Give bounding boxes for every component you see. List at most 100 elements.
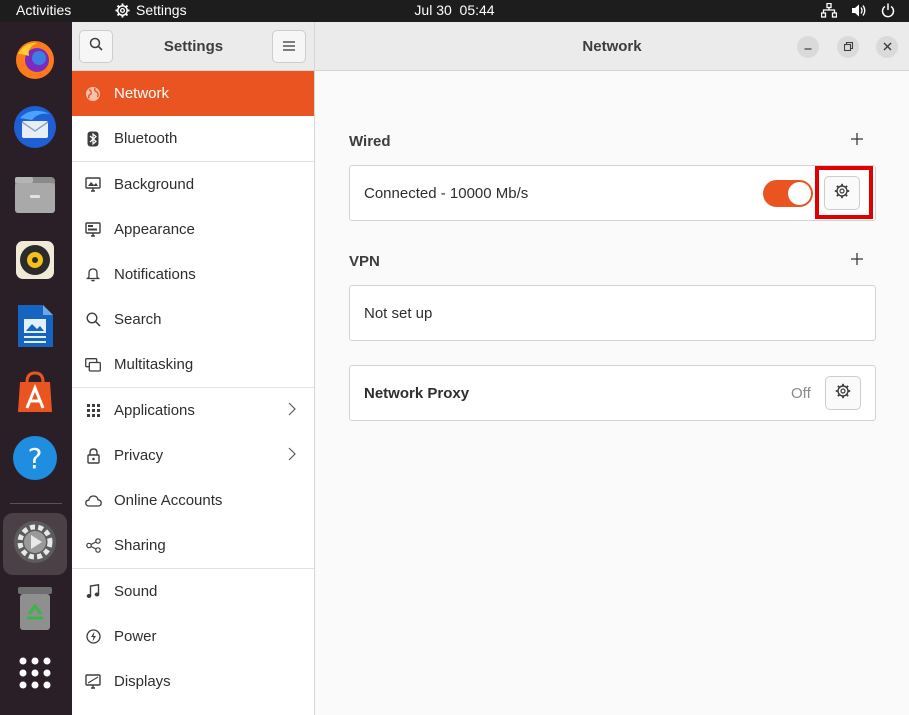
dock-firefox[interactable] [9,36,61,88]
network-proxy-settings-button[interactable] [825,376,861,410]
vpn-section-title: VPN [349,253,380,270]
sidebar-item-label: Sharing [114,537,166,554]
add-vpn-button[interactable] [848,252,866,270]
network-proxy-status: Off [791,385,811,402]
wired-connection-row: Connected - 10000 Mb/s [349,165,876,221]
sidebar-item-label: Appearance [114,221,195,238]
applications-icon [72,404,114,417]
sidebar-item-network[interactable]: Network [72,71,314,116]
share-icon [72,538,114,553]
sidebar-item-background[interactable]: Background [72,162,314,207]
dock: ? [0,22,72,715]
sidebar-item-label: Notifications [114,266,196,283]
settings-sidebar: Network Bluetooth Background Appearance [72,71,315,715]
app-menu-label: Settings [136,2,187,18]
add-wired-button[interactable] [848,132,866,150]
sidebar-item-label: Online Accounts [114,492,223,509]
header-bar: Settings Network [72,22,909,71]
settings-icon [12,519,58,570]
vpn-row: Not set up [349,285,876,341]
wired-connection-status: Connected - 10000 Mb/s [364,185,529,202]
sidebar-item-label: Network [114,85,170,102]
sidebar-item-label: Applications [114,402,195,419]
highlight-box [815,166,873,219]
search-icon [72,312,114,327]
plus-icon [851,252,863,270]
sidebar-item-privacy[interactable]: Privacy [72,433,314,478]
dock-settings[interactable] [3,513,67,575]
dock-files[interactable] [9,170,61,222]
vpn-status: Not set up [364,305,433,322]
bluetooth-icon [72,131,114,147]
files-icon [13,173,57,220]
multitasking-icon [72,357,114,372]
sidebar-item-applications[interactable]: Applications [72,388,314,433]
minimize-button[interactable] [797,36,819,58]
lock-icon [72,447,114,464]
main-menu-button[interactable] [272,30,306,63]
dock-ubuntu-software[interactable] [9,368,61,420]
dock-thunderbird[interactable] [9,103,61,155]
activities-button[interactable]: Activities [16,2,71,18]
sidebar-item-label: Background [114,176,195,193]
network-proxy-label: Network Proxy [364,385,470,402]
gear-icon [835,383,851,404]
power-icon [72,629,114,644]
sidebar-item-online-accounts[interactable]: Online Accounts [72,478,314,523]
page-title: Network [582,38,642,55]
network-icon [72,86,114,102]
cloud-icon [72,494,114,507]
svg-text:?: ? [28,442,43,475]
minimize-icon [804,38,812,56]
sidebar-item-sound[interactable]: Sound [72,569,314,614]
sidebar-item-search[interactable]: Search [72,297,314,342]
system-tray[interactable] [821,3,895,18]
dock-trash[interactable] [9,584,61,636]
chevron-right-icon [288,402,296,420]
background-icon [72,177,114,192]
software-store-icon [12,370,58,419]
sidebar-item-label: Bluetooth [114,130,178,147]
sidebar-item-appearance[interactable]: Appearance [72,207,314,252]
network-panel: Wired Connected - 10000 Mb/s VPN Not set… [316,71,909,715]
app-grid-icon [18,656,52,695]
hamburger-menu-icon [283,38,295,56]
wired-toggle[interactable] [763,180,813,207]
sidebar-item-label: Privacy [114,447,164,464]
dock-help[interactable]: ? [9,434,61,486]
dock-rhythmbox[interactable] [9,236,61,288]
sidebar-item-label: Search [114,311,162,328]
app-menu[interactable]: Settings [115,2,187,18]
power-menu-icon[interactable] [881,3,895,18]
dock-show-applications[interactable] [9,649,61,701]
settings-gear-icon [115,2,130,18]
close-button[interactable] [876,36,898,58]
close-icon [883,38,892,56]
sidebar-item-label: Sound [114,583,158,600]
maximize-button[interactable] [837,36,859,58]
settings-window: Settings Network Network Bluetooth Backg… [72,22,909,715]
chevron-right-icon [288,447,296,465]
document-icon [15,303,55,354]
restore-icon [843,38,853,56]
dock-libreoffice-writer[interactable] [9,302,61,354]
sidebar-item-label: Power [114,628,157,645]
trash-icon [15,584,55,637]
sidebar-item-displays[interactable]: Displays [72,659,314,704]
sidebar-item-label: Multitasking [114,356,194,373]
network-wired-icon[interactable] [821,3,837,18]
sidebar-item-bluetooth[interactable]: Bluetooth [72,116,314,161]
sidebar-item-notifications[interactable]: Notifications [72,252,314,297]
sidebar-item-label: Displays [114,673,171,690]
sidebar-item-sharing[interactable]: Sharing [72,523,314,568]
display-icon [72,674,114,689]
network-proxy-row[interactable]: Network Proxy Off [349,365,876,421]
bell-icon [72,267,114,282]
wired-section-title: Wired [349,133,391,150]
sidebar-item-multitasking[interactable]: Multitasking [72,342,314,387]
volume-icon[interactable] [851,3,867,18]
clock[interactable]: Jul 30 05:44 [414,2,494,18]
sidebar-item-power[interactable]: Power [72,614,314,659]
thunderbird-icon [12,104,58,155]
help-icon: ? [12,435,58,486]
